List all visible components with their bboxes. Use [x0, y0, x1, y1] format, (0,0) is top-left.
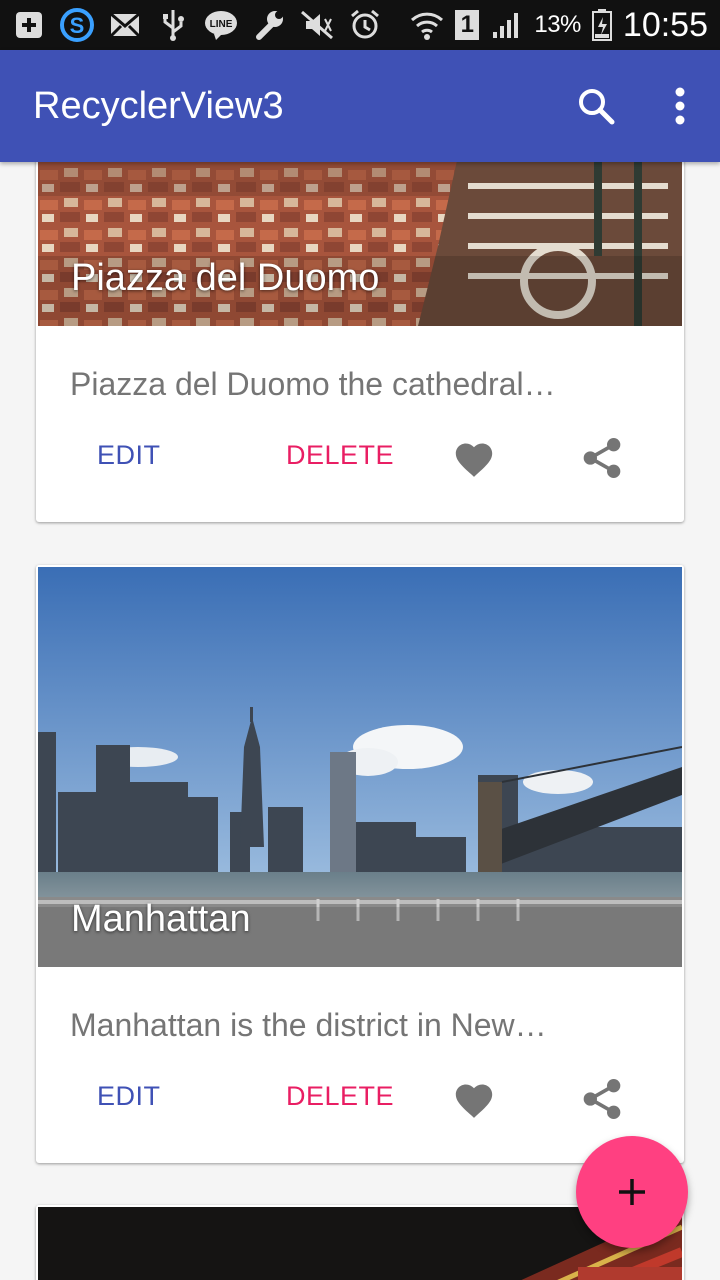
battery-icon	[591, 8, 613, 42]
wifi-icon	[410, 8, 444, 42]
skype-icon: S	[60, 8, 94, 42]
svg-text:LINE: LINE	[210, 19, 233, 30]
card-image: Manhattan	[38, 567, 682, 967]
card-list[interactable]: Piazza del Duomo Piazza del Duomo the ca…	[0, 162, 720, 1280]
card-title: Piazza del Duomo	[71, 257, 380, 299]
mail-icon	[108, 8, 142, 42]
share-icon[interactable]	[582, 1077, 622, 1121]
card-image: Piazza del Duomo	[38, 162, 682, 326]
mute-icon	[300, 8, 334, 42]
search-icon	[579, 89, 615, 125]
card-actions: EDIT DELETE	[36, 1051, 684, 1163]
svg-text:S: S	[70, 13, 85, 38]
heart-icon[interactable]	[452, 1079, 496, 1119]
card-description: Manhattan is the district in New…	[70, 1007, 547, 1043]
card-piazza-del-duomo[interactable]: Piazza del Duomo Piazza del Duomo the ca…	[36, 162, 684, 522]
alarm-icon	[348, 8, 382, 42]
usb-icon	[156, 8, 190, 42]
app-bar: RecyclerView3	[0, 50, 720, 162]
card-manhattan[interactable]: Manhattan Manhattan is the district in N…	[36, 565, 684, 1163]
sim-slot-label: 1	[455, 10, 480, 40]
share-icon[interactable]	[582, 436, 622, 480]
clock: 10:55	[622, 5, 708, 44]
line-app-icon: LINE	[204, 8, 238, 42]
search-button[interactable]	[552, 62, 640, 150]
edit-button[interactable]: EDIT	[97, 1081, 161, 1112]
delete-button[interactable]: DELETE	[286, 1081, 394, 1112]
sim-icon: 1	[454, 8, 480, 42]
card-title: Manhattan	[71, 898, 251, 940]
heart-icon[interactable]	[452, 438, 496, 478]
card-description: Piazza del Duomo the cathedral…	[70, 366, 556, 402]
status-bar: S LINE 1 13% 10:55	[0, 0, 720, 50]
add-icon	[619, 1179, 645, 1205]
signal-icon	[490, 8, 524, 42]
app-title: RecyclerView3	[33, 84, 284, 127]
card-actions: EDIT DELETE	[36, 410, 684, 522]
delete-button[interactable]: DELETE	[286, 440, 394, 471]
overflow-menu-button[interactable]	[640, 62, 720, 150]
edit-button[interactable]: EDIT	[97, 440, 161, 471]
add-box-icon	[12, 8, 46, 42]
battery-percent: 13%	[534, 11, 581, 38]
add-fab[interactable]	[576, 1136, 688, 1248]
wrench-icon	[252, 8, 286, 42]
overflow-menu-icon	[675, 87, 685, 125]
